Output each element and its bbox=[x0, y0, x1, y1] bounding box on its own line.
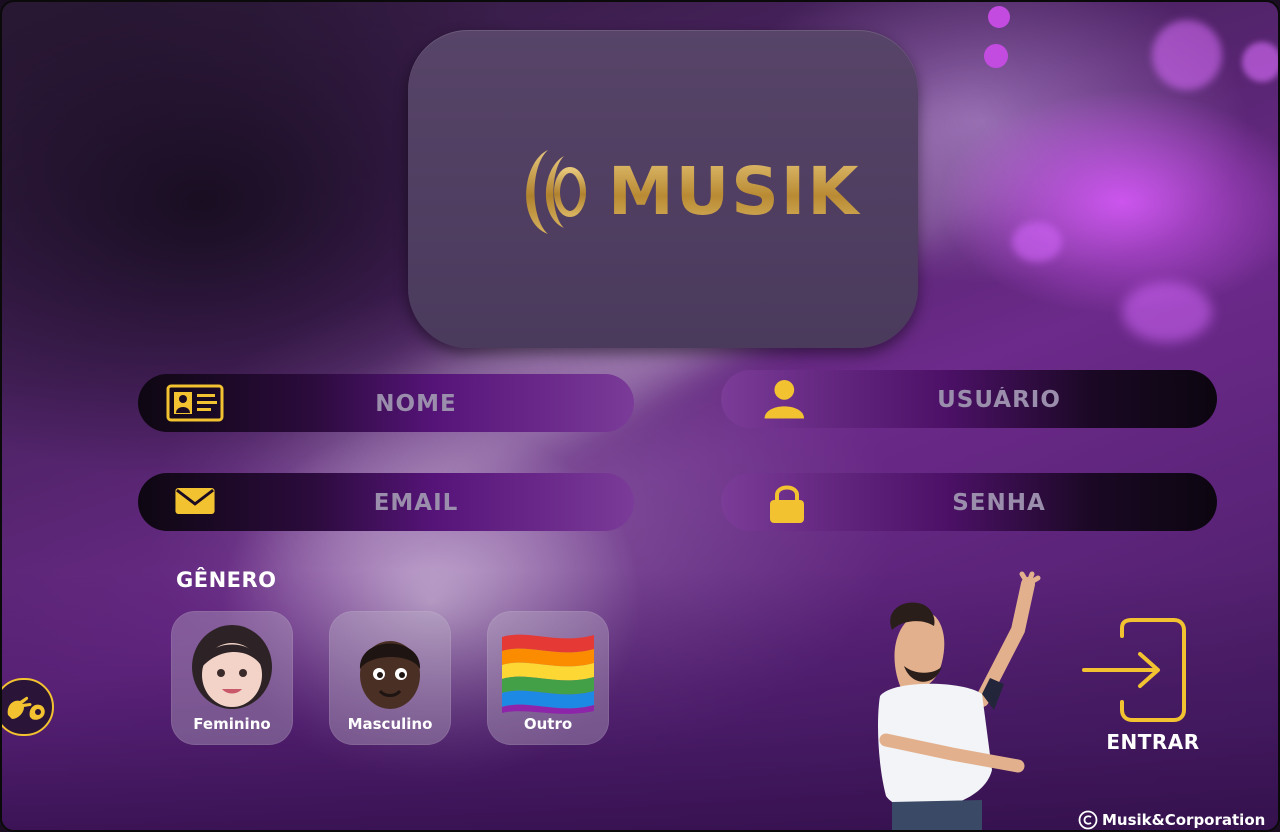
envelope-icon bbox=[175, 487, 215, 515]
stage-light bbox=[1242, 42, 1278, 82]
login-button[interactable] bbox=[1078, 616, 1194, 726]
login-screen: MUSIK NOME USUÁRIO EMAIL GÊNERO Feminino… bbox=[0, 0, 1280, 832]
username-field[interactable] bbox=[721, 370, 1217, 428]
lock-icon bbox=[770, 485, 804, 523]
gender-option-label: Outro bbox=[523, 715, 573, 733]
sign-language-icon bbox=[7, 696, 45, 720]
gender-option-feminino[interactable]: Feminino bbox=[171, 611, 293, 745]
password-field[interactable] bbox=[721, 473, 1217, 531]
copyright-icon bbox=[1078, 810, 1098, 830]
password-input[interactable] bbox=[811, 483, 1187, 523]
logo-text: MUSIK bbox=[608, 153, 861, 230]
copyright-text: Musik&Corporation bbox=[1102, 811, 1266, 829]
name-input[interactable] bbox=[228, 384, 604, 424]
rainbow-flag-icon bbox=[502, 634, 594, 714]
gender-option-outro[interactable]: Outro bbox=[487, 611, 609, 745]
login-arrow-icon bbox=[1082, 618, 1186, 722]
gender-option-label: Feminino bbox=[193, 715, 271, 733]
gender-option-masculino[interactable]: Masculino bbox=[329, 611, 451, 745]
sound-wave-icon bbox=[526, 150, 586, 234]
woman-avatar-icon bbox=[192, 625, 272, 709]
copyright-notice: Musik&Corporation bbox=[1078, 808, 1266, 830]
stage-light bbox=[1012, 222, 1062, 262]
email-field[interactable] bbox=[138, 473, 634, 531]
gender-label: GÊNERO bbox=[176, 568, 277, 592]
stage-light bbox=[1122, 282, 1212, 342]
user-icon bbox=[764, 379, 805, 419]
stage-light bbox=[988, 6, 1010, 28]
username-input[interactable] bbox=[811, 380, 1187, 420]
login-button-label[interactable]: ENTRAR bbox=[1088, 730, 1218, 754]
gender-option-label: Masculino bbox=[347, 715, 433, 733]
email-input[interactable] bbox=[228, 483, 604, 523]
stage-light bbox=[1152, 20, 1222, 90]
man-avatar-icon bbox=[359, 641, 421, 709]
dancing-person-illustration bbox=[878, 571, 1041, 830]
name-field[interactable] bbox=[138, 374, 634, 432]
logo: MUSIK bbox=[508, 146, 859, 238]
logo-card: MUSIK bbox=[408, 30, 918, 348]
id-card-icon bbox=[166, 384, 224, 422]
